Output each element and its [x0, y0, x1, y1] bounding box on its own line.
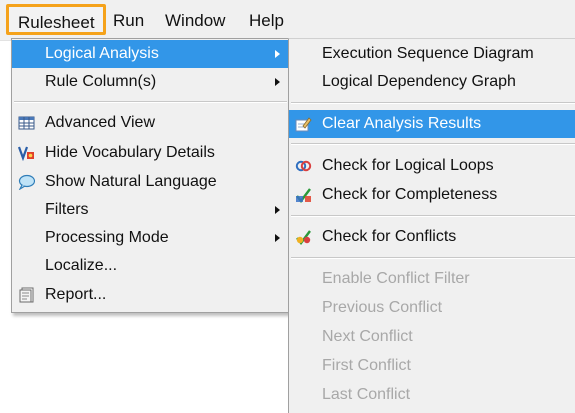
- menu-item-last-conflict: Last Conflict: [289, 381, 575, 409]
- report-icon: [18, 287, 35, 303]
- menu-item-logical-analysis[interactable]: Logical Analysis: [12, 40, 289, 68]
- table-grid-icon: [18, 115, 35, 131]
- menu-separator: [291, 257, 575, 259]
- menu-separator: [291, 143, 575, 145]
- menu-rulesheet[interactable]: Rulesheet: [6, 4, 106, 35]
- menu-item-first-conflict: First Conflict: [289, 352, 575, 380]
- menu-item-hide-vocabulary-details[interactable]: Hide Vocabulary Details: [12, 139, 289, 167]
- menu-help-label: Help: [249, 11, 284, 30]
- menu-item-check-for-logical-loops[interactable]: Check for Logical Loops: [289, 152, 575, 180]
- submenu-arrow-icon: [275, 78, 280, 86]
- menu-item-clear-analysis-results[interactable]: Clear Analysis Results: [289, 110, 575, 138]
- menu-separator: [14, 101, 287, 103]
- menu-item-next-conflict: Next Conflict: [289, 323, 575, 351]
- menu-item-label: Execution Sequence Diagram: [322, 45, 534, 62]
- menu-item-label: Advanced View: [45, 114, 155, 131]
- menu-run[interactable]: Run: [113, 9, 144, 33]
- completeness-check-icon: [295, 187, 312, 203]
- menu-window[interactable]: Window: [165, 9, 225, 33]
- menu-item-previous-conflict: Previous Conflict: [289, 294, 575, 322]
- menu-item-execution-sequence-diagram[interactable]: Execution Sequence Diagram: [289, 40, 575, 68]
- vocabulary-icon: [18, 145, 35, 161]
- menu-item-label: Check for Completeness: [322, 186, 498, 203]
- menu-item-report[interactable]: Report...: [12, 281, 289, 309]
- loop-check-icon: [295, 158, 312, 174]
- menu-item-label: Enable Conflict Filter: [322, 270, 470, 287]
- submenu-arrow-icon: [275, 206, 280, 214]
- menu-item-processing-mode[interactable]: Processing Mode: [12, 224, 289, 252]
- menu-separator: [291, 102, 575, 104]
- logical-analysis-submenu: Execution Sequence Diagram Logical Depen…: [288, 38, 575, 413]
- submenu-arrow-icon: [275, 234, 280, 242]
- menu-item-label: Report...: [45, 286, 107, 303]
- menu-item-label: Hide Vocabulary Details: [45, 144, 215, 161]
- menu-rulesheet-label: Rulesheet: [18, 13, 95, 32]
- menu-item-check-for-conflicts[interactable]: Check for Conflicts: [289, 223, 575, 251]
- menu-run-label: Run: [113, 11, 145, 30]
- menu-item-enable-conflict-filter: Enable Conflict Filter: [289, 265, 575, 293]
- menu-item-rule-columns[interactable]: Rule Column(s): [12, 68, 289, 96]
- conflict-check-icon: [295, 229, 312, 245]
- menu-item-label: Rule Column(s): [45, 73, 157, 90]
- menu-item-label: Processing Mode: [45, 229, 169, 246]
- menu-item-label: Next Conflict: [322, 328, 413, 345]
- eraser-icon: [295, 116, 312, 132]
- menu-item-label: Previous Conflict: [322, 299, 443, 316]
- menu-item-label: Filters: [45, 201, 89, 218]
- menu-item-label: Clear Analysis Results: [322, 115, 482, 132]
- submenu-arrow-icon: [275, 50, 280, 58]
- menu-item-show-natural-language[interactable]: Show Natural Language: [12, 168, 289, 196]
- menu-bar: Rulesheet Run Window Help: [0, 0, 575, 41]
- menu-item-label: Localize...: [45, 257, 118, 274]
- menu-window-label: Window: [165, 11, 226, 30]
- menu-item-label: First Conflict: [322, 357, 411, 374]
- menu-item-check-for-completeness[interactable]: Check for Completeness: [289, 181, 575, 209]
- speech-bubble-icon: [18, 174, 35, 190]
- menu-item-localize[interactable]: Localize...: [12, 252, 289, 280]
- menu-item-filters[interactable]: Filters: [12, 196, 289, 224]
- menu-item-label: Show Natural Language: [45, 173, 217, 190]
- menu-item-label: Last Conflict: [322, 386, 411, 403]
- menu-item-advanced-view[interactable]: Advanced View: [12, 109, 289, 137]
- rulesheet-dropdown-menu: Logical Analysis Rule Column(s) Advanced…: [11, 38, 290, 313]
- menu-item-label: Logical Analysis: [45, 45, 159, 62]
- menu-item-label: Check for Logical Loops: [322, 157, 494, 174]
- menu-item-label: Logical Dependency Graph: [322, 73, 516, 90]
- menu-item-label: Check for Conflicts: [322, 228, 457, 245]
- menu-item-logical-dependency-graph[interactable]: Logical Dependency Graph: [289, 68, 575, 96]
- menu-separator: [291, 215, 575, 217]
- menu-help[interactable]: Help: [249, 9, 284, 33]
